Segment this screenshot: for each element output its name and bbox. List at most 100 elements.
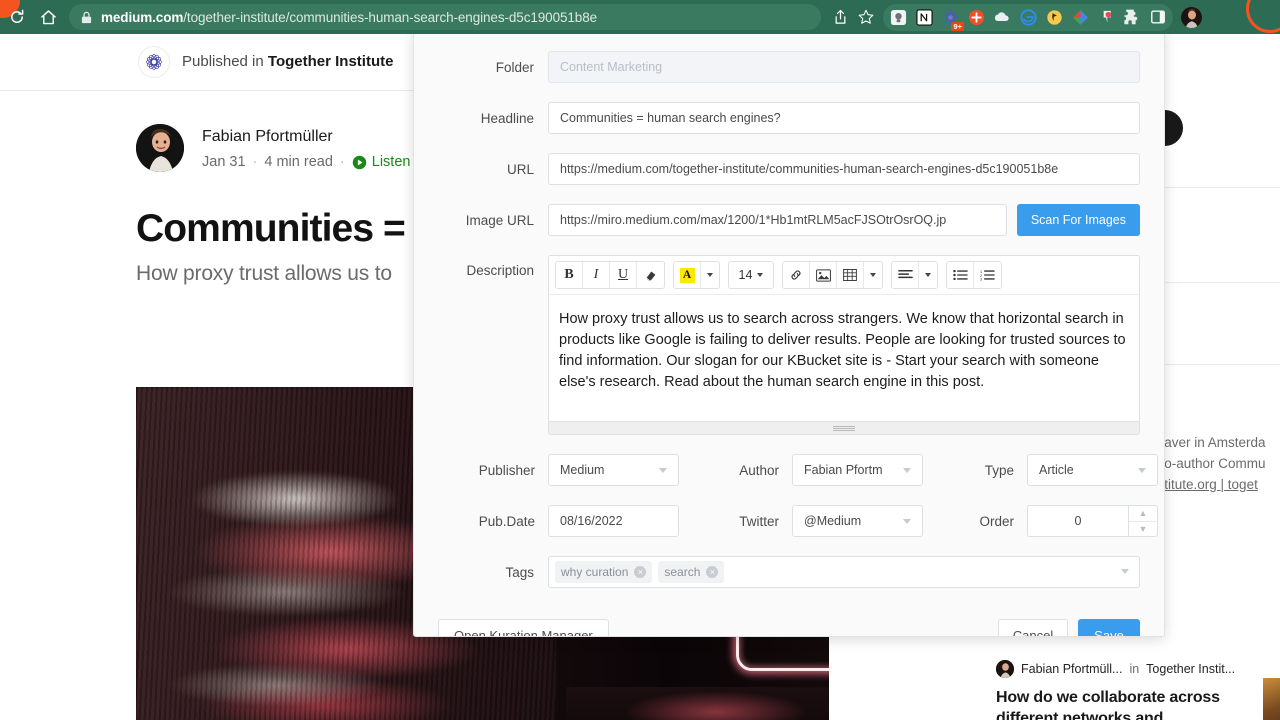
author-bio-line-1: veaver in Amsterda — [1150, 432, 1280, 453]
author-select[interactable]: Fabian Pfortm — [792, 454, 923, 486]
publisher-select[interactable]: Medium — [548, 454, 679, 486]
clear-format-eraser-icon[interactable] — [637, 262, 664, 288]
publisher-author-type-row: Publisher Medium Author Fabian Pfortm Ty… — [438, 454, 1140, 486]
chevron-down-icon — [1138, 468, 1146, 473]
url-label: URL — [438, 162, 548, 177]
tag-remove-icon[interactable]: × — [634, 566, 646, 578]
author-value: Fabian Pfortm — [804, 463, 883, 477]
recommended-thumbnail — [1263, 678, 1280, 720]
chevron-down-icon[interactable] — [1121, 569, 1129, 574]
image-url-input[interactable]: https://miro.medium.com/max/1200/1*Hb1mt… — [548, 204, 1007, 236]
align-icon[interactable] — [892, 262, 919, 288]
tag-label: search — [664, 565, 700, 579]
editor-toolbar: B I U — [549, 256, 1139, 295]
add-extension-icon[interactable] — [963, 4, 989, 30]
insert-image-icon[interactable] — [810, 262, 837, 288]
font-size-group: 14 — [728, 261, 774, 289]
order-decrement-icon[interactable]: ▼ — [1129, 522, 1157, 537]
modal-footer: Open Kuration Manager Cancel Save — [414, 607, 1164, 637]
type-select[interactable]: Article — [1027, 454, 1158, 486]
address-bar[interactable]: medium.com/together-institute/communitie… — [69, 4, 821, 30]
share-icon[interactable] — [827, 4, 853, 30]
cancel-button[interactable]: Cancel — [998, 619, 1068, 637]
insert-table-caret-icon[interactable] — [864, 262, 882, 288]
article-meta: Jan 31 · 4 min read · Listen — [202, 154, 410, 170]
order-increment-icon[interactable]: ▲ — [1129, 506, 1157, 522]
edge-extension-icon[interactable] — [1015, 4, 1041, 30]
grammarly-extension-icon[interactable]: 9+ — [937, 4, 963, 30]
insert-group — [782, 261, 883, 289]
pin-extension-icon[interactable] — [1041, 4, 1067, 30]
description-row: Description B I U — [438, 255, 1140, 435]
italic-button[interactable]: I — [583, 262, 610, 288]
font-size-select[interactable]: 14 — [729, 262, 773, 288]
tags-input[interactable]: why curation × search × — [548, 556, 1140, 588]
order-input[interactable]: 0 — [1027, 505, 1128, 537]
description-textarea[interactable]: How proxy trust allows us to search acro… — [549, 295, 1139, 421]
sidepanel-icon[interactable] — [1145, 4, 1171, 30]
tag-chip[interactable]: search × — [658, 561, 724, 583]
listen-button[interactable]: Listen — [352, 154, 411, 170]
editor-resize-handle[interactable] — [549, 421, 1139, 434]
publication-breadcrumb[interactable]: Published in Together Institute — [182, 53, 393, 70]
reload-button[interactable] — [3, 3, 31, 31]
headline-label: Headline — [438, 111, 548, 126]
address-bar-url: medium.com/together-institute/communitie… — [101, 10, 597, 25]
author-bio-link[interactable]: nstitute.org | toget — [1150, 477, 1258, 492]
bold-button[interactable]: B — [556, 262, 583, 288]
drive-extension-icon[interactable] — [1067, 4, 1093, 30]
twitter-select[interactable]: @Medium — [792, 505, 923, 537]
insert-link-icon[interactable] — [783, 262, 810, 288]
recommended-title[interactable]: How do we collaborate across different n… — [996, 687, 1236, 720]
publication-name[interactable]: Together Institute — [268, 53, 394, 70]
pinned-location-icon[interactable] — [1093, 4, 1119, 30]
recommended-author[interactable]: Fabian Pfortmüll... — [1021, 662, 1122, 676]
order-stepper: 0 ▲ ▼ — [1027, 505, 1158, 537]
author-avatar[interactable] — [136, 124, 184, 172]
tag-label: why curation — [561, 565, 628, 579]
folder-label: Folder — [438, 60, 548, 75]
type-value: Article — [1039, 463, 1074, 477]
home-button[interactable] — [34, 3, 62, 31]
recommended-byline: Fabian Pfortmüll... in Together Instit..… — [996, 660, 1280, 678]
image-url-label: Image URL — [438, 213, 548, 228]
author-bio-line-2: , co-author Commu — [1150, 453, 1280, 474]
bullet-list-icon[interactable] — [947, 262, 974, 288]
svg-text:3: 3 — [980, 278, 982, 281]
recommended-avatar — [996, 660, 1014, 678]
profile-avatar[interactable] — [1178, 4, 1204, 30]
star-icon[interactable] — [853, 4, 879, 30]
headline-row: Headline Communities = human search engi… — [438, 102, 1140, 134]
highlight-color-button[interactable]: A — [674, 262, 701, 288]
lock-icon — [81, 11, 92, 24]
tag-remove-icon[interactable]: × — [706, 566, 718, 578]
folder-input[interactable]: Content Marketing — [548, 51, 1140, 83]
author-name[interactable]: Fabian Pfortmüller — [202, 127, 410, 147]
underline-button[interactable]: U — [610, 262, 637, 288]
tag-chip[interactable]: why curation × — [555, 561, 652, 583]
recommended-story[interactable]: Fabian Pfortmüll... in Together Instit..… — [996, 660, 1280, 720]
listen-label: Listen — [372, 154, 411, 170]
numbered-list-icon[interactable]: 1 2 3 — [974, 262, 1001, 288]
url-input[interactable]: https://medium.com/together-institute/co… — [548, 153, 1140, 185]
browser-toolbar: medium.com/together-institute/communitie… — [0, 0, 1280, 34]
highlight-color-caret-icon[interactable] — [701, 262, 719, 288]
image-url-row: Image URL https://miro.medium.com/max/12… — [438, 204, 1140, 236]
order-spinner: ▲ ▼ — [1128, 505, 1158, 537]
recommended-publication[interactable]: Together Instit... — [1146, 662, 1235, 676]
insert-table-icon[interactable] — [837, 262, 864, 288]
description-editor: B I U — [548, 255, 1140, 435]
publisher-label: Publisher — [438, 463, 548, 478]
publisher-value: Medium — [560, 463, 604, 477]
save-button[interactable]: Save — [1078, 619, 1140, 637]
url-path: /together-institute/communities-human-se… — [183, 10, 597, 25]
headline-input[interactable]: Communities = human search engines? — [548, 102, 1140, 134]
pubdate-input[interactable]: 08/16/2022 — [548, 505, 679, 537]
align-caret-icon[interactable] — [919, 262, 937, 288]
cloud-extension-icon[interactable] — [989, 4, 1015, 30]
puzzle-extensions-icon[interactable] — [1119, 4, 1145, 30]
notion-extension-icon[interactable] — [911, 4, 937, 30]
open-kuration-manager-button[interactable]: Open Kuration Manager — [438, 619, 609, 637]
scan-for-images-button[interactable]: Scan For Images — [1017, 204, 1140, 236]
lightbulb-extension-icon[interactable] — [885, 4, 911, 30]
